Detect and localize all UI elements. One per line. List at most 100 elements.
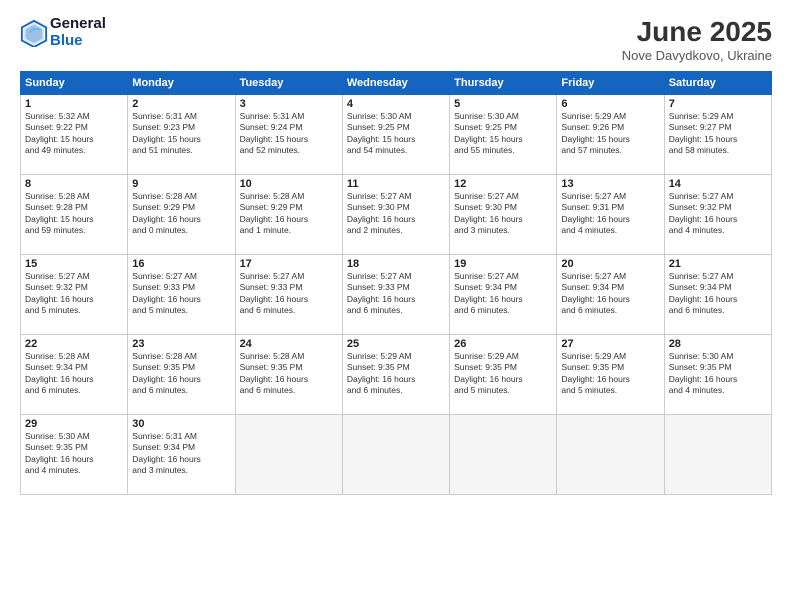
- day-info: Sunrise: 5:28 AM Sunset: 9:35 PM Dayligh…: [132, 351, 230, 397]
- week-row-3: 15Sunrise: 5:27 AM Sunset: 9:32 PM Dayli…: [21, 255, 772, 335]
- calendar-cell: 2Sunrise: 5:31 AM Sunset: 9:23 PM Daylig…: [128, 95, 235, 175]
- day-info: Sunrise: 5:29 AM Sunset: 9:26 PM Dayligh…: [561, 111, 659, 157]
- day-info: Sunrise: 5:27 AM Sunset: 9:33 PM Dayligh…: [132, 271, 230, 317]
- week-row-1: 1Sunrise: 5:32 AM Sunset: 9:22 PM Daylig…: [21, 95, 772, 175]
- calendar-cell: 19Sunrise: 5:27 AM Sunset: 9:34 PM Dayli…: [450, 255, 557, 335]
- day-number: 27: [561, 338, 659, 350]
- day-number: 17: [240, 258, 338, 270]
- calendar-cell: [557, 415, 664, 495]
- day-number: 22: [25, 338, 123, 350]
- calendar-cell: 1Sunrise: 5:32 AM Sunset: 9:22 PM Daylig…: [21, 95, 128, 175]
- col-wednesday: Wednesday: [342, 72, 449, 95]
- day-number: 16: [132, 258, 230, 270]
- day-info: Sunrise: 5:27 AM Sunset: 9:30 PM Dayligh…: [347, 191, 445, 237]
- day-info: Sunrise: 5:27 AM Sunset: 9:34 PM Dayligh…: [669, 271, 767, 317]
- calendar-cell: 11Sunrise: 5:27 AM Sunset: 9:30 PM Dayli…: [342, 175, 449, 255]
- day-number: 21: [669, 258, 767, 270]
- day-info: Sunrise: 5:32 AM Sunset: 9:22 PM Dayligh…: [25, 111, 123, 157]
- day-number: 26: [454, 338, 552, 350]
- page: General Blue June 2025 Nove Davydkovo, U…: [0, 0, 792, 612]
- day-info: Sunrise: 5:27 AM Sunset: 9:33 PM Dayligh…: [240, 271, 338, 317]
- day-number: 25: [347, 338, 445, 350]
- day-number: 20: [561, 258, 659, 270]
- week-row-2: 8Sunrise: 5:28 AM Sunset: 9:28 PM Daylig…: [21, 175, 772, 255]
- calendar-cell: [664, 415, 771, 495]
- calendar-cell: 22Sunrise: 5:28 AM Sunset: 9:34 PM Dayli…: [21, 335, 128, 415]
- day-number: 9: [132, 178, 230, 190]
- calendar-cell: 4Sunrise: 5:30 AM Sunset: 9:25 PM Daylig…: [342, 95, 449, 175]
- calendar-cell: 6Sunrise: 5:29 AM Sunset: 9:26 PM Daylig…: [557, 95, 664, 175]
- day-info: Sunrise: 5:28 AM Sunset: 9:29 PM Dayligh…: [132, 191, 230, 237]
- day-info: Sunrise: 5:29 AM Sunset: 9:27 PM Dayligh…: [669, 111, 767, 157]
- day-number: 5: [454, 98, 552, 110]
- calendar-cell: 28Sunrise: 5:30 AM Sunset: 9:35 PM Dayli…: [664, 335, 771, 415]
- day-number: 10: [240, 178, 338, 190]
- calendar-header-row: Sunday Monday Tuesday Wednesday Thursday…: [21, 72, 772, 95]
- calendar-cell: 9Sunrise: 5:28 AM Sunset: 9:29 PM Daylig…: [128, 175, 235, 255]
- calendar-cell: 13Sunrise: 5:27 AM Sunset: 9:31 PM Dayli…: [557, 175, 664, 255]
- calendar-cell: 29Sunrise: 5:30 AM Sunset: 9:35 PM Dayli…: [21, 415, 128, 495]
- day-info: Sunrise: 5:29 AM Sunset: 9:35 PM Dayligh…: [561, 351, 659, 397]
- col-tuesday: Tuesday: [235, 72, 342, 95]
- day-number: 3: [240, 98, 338, 110]
- day-info: Sunrise: 5:28 AM Sunset: 9:28 PM Dayligh…: [25, 191, 123, 237]
- calendar-cell: 18Sunrise: 5:27 AM Sunset: 9:33 PM Dayli…: [342, 255, 449, 335]
- day-info: Sunrise: 5:29 AM Sunset: 9:35 PM Dayligh…: [454, 351, 552, 397]
- day-number: 28: [669, 338, 767, 350]
- calendar-cell: [450, 415, 557, 495]
- calendar-cell: 3Sunrise: 5:31 AM Sunset: 9:24 PM Daylig…: [235, 95, 342, 175]
- col-sunday: Sunday: [21, 72, 128, 95]
- calendar-cell: 16Sunrise: 5:27 AM Sunset: 9:33 PM Dayli…: [128, 255, 235, 335]
- calendar-cell: 27Sunrise: 5:29 AM Sunset: 9:35 PM Dayli…: [557, 335, 664, 415]
- logo: General Blue: [20, 16, 106, 49]
- day-number: 2: [132, 98, 230, 110]
- calendar-cell: 17Sunrise: 5:27 AM Sunset: 9:33 PM Dayli…: [235, 255, 342, 335]
- day-info: Sunrise: 5:27 AM Sunset: 9:34 PM Dayligh…: [454, 271, 552, 317]
- day-info: Sunrise: 5:28 AM Sunset: 9:34 PM Dayligh…: [25, 351, 123, 397]
- day-info: Sunrise: 5:27 AM Sunset: 9:33 PM Dayligh…: [347, 271, 445, 317]
- calendar-cell: 25Sunrise: 5:29 AM Sunset: 9:35 PM Dayli…: [342, 335, 449, 415]
- calendar-cell: 24Sunrise: 5:28 AM Sunset: 9:35 PM Dayli…: [235, 335, 342, 415]
- day-number: 18: [347, 258, 445, 270]
- day-info: Sunrise: 5:30 AM Sunset: 9:25 PM Dayligh…: [347, 111, 445, 157]
- week-row-4: 22Sunrise: 5:28 AM Sunset: 9:34 PM Dayli…: [21, 335, 772, 415]
- logo-icon: [20, 19, 48, 47]
- day-number: 12: [454, 178, 552, 190]
- day-number: 11: [347, 178, 445, 190]
- day-number: 29: [25, 418, 123, 430]
- col-monday: Monday: [128, 72, 235, 95]
- day-info: Sunrise: 5:27 AM Sunset: 9:31 PM Dayligh…: [561, 191, 659, 237]
- day-number: 8: [25, 178, 123, 190]
- col-thursday: Thursday: [450, 72, 557, 95]
- day-info: Sunrise: 5:27 AM Sunset: 9:32 PM Dayligh…: [669, 191, 767, 237]
- month-title: June 2025: [622, 16, 772, 48]
- day-info: Sunrise: 5:31 AM Sunset: 9:23 PM Dayligh…: [132, 111, 230, 157]
- day-number: 15: [25, 258, 123, 270]
- day-number: 4: [347, 98, 445, 110]
- calendar-cell: [235, 415, 342, 495]
- calendar-cell: 10Sunrise: 5:28 AM Sunset: 9:29 PM Dayli…: [235, 175, 342, 255]
- day-info: Sunrise: 5:28 AM Sunset: 9:35 PM Dayligh…: [240, 351, 338, 397]
- day-number: 6: [561, 98, 659, 110]
- day-info: Sunrise: 5:30 AM Sunset: 9:35 PM Dayligh…: [25, 431, 123, 477]
- calendar-cell: 5Sunrise: 5:30 AM Sunset: 9:25 PM Daylig…: [450, 95, 557, 175]
- day-info: Sunrise: 5:30 AM Sunset: 9:35 PM Dayligh…: [669, 351, 767, 397]
- day-info: Sunrise: 5:27 AM Sunset: 9:30 PM Dayligh…: [454, 191, 552, 237]
- day-info: Sunrise: 5:28 AM Sunset: 9:29 PM Dayligh…: [240, 191, 338, 237]
- day-number: 24: [240, 338, 338, 350]
- calendar-cell: 26Sunrise: 5:29 AM Sunset: 9:35 PM Dayli…: [450, 335, 557, 415]
- week-row-5: 29Sunrise: 5:30 AM Sunset: 9:35 PM Dayli…: [21, 415, 772, 495]
- title-block: June 2025 Nove Davydkovo, Ukraine: [622, 16, 772, 63]
- day-number: 1: [25, 98, 123, 110]
- calendar-cell: 14Sunrise: 5:27 AM Sunset: 9:32 PM Dayli…: [664, 175, 771, 255]
- col-saturday: Saturday: [664, 72, 771, 95]
- header: General Blue June 2025 Nove Davydkovo, U…: [20, 16, 772, 63]
- day-info: Sunrise: 5:31 AM Sunset: 9:24 PM Dayligh…: [240, 111, 338, 157]
- location: Nove Davydkovo, Ukraine: [622, 48, 772, 63]
- calendar-cell: 30Sunrise: 5:31 AM Sunset: 9:34 PM Dayli…: [128, 415, 235, 495]
- day-info: Sunrise: 5:31 AM Sunset: 9:34 PM Dayligh…: [132, 431, 230, 477]
- day-number: 14: [669, 178, 767, 190]
- calendar-cell: 21Sunrise: 5:27 AM Sunset: 9:34 PM Dayli…: [664, 255, 771, 335]
- day-info: Sunrise: 5:27 AM Sunset: 9:32 PM Dayligh…: [25, 271, 123, 317]
- day-info: Sunrise: 5:27 AM Sunset: 9:34 PM Dayligh…: [561, 271, 659, 317]
